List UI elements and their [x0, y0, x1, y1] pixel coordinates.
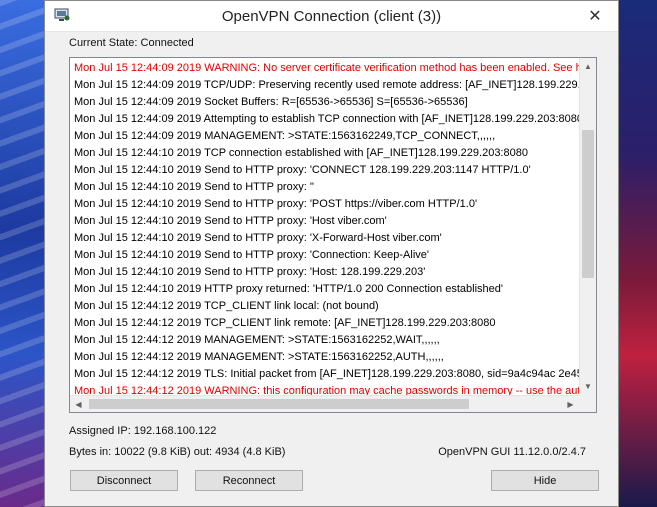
log-line: Mon Jul 15 12:44:10 2019 Send to HTTP pr… — [74, 249, 429, 261]
scroll-up-icon[interactable]: ▲ — [580, 58, 596, 75]
log-line: Mon Jul 15 12:44:10 2019 Send to HTTP pr… — [74, 215, 387, 227]
log-textbox[interactable]: Mon Jul 15 12:44:09 2019 WARNING: No ser… — [69, 57, 597, 413]
log-line: Mon Jul 15 12:44:09 2019 MANAGEMENT: >ST… — [74, 130, 496, 142]
log-line: Mon Jul 15 12:44:09 2019 TCP/UDP: Preser… — [74, 79, 579, 91]
assigned-ip-label: Assigned IP: 192.168.100.122 — [69, 425, 217, 437]
close-icon: ✕ — [588, 7, 602, 25]
desktop-background-right — [617, 0, 657, 507]
log-line: Mon Jul 15 12:44:10 2019 Send to HTTP pr… — [74, 198, 478, 210]
vertical-scrollbar[interactable]: ▲ ▼ — [579, 58, 596, 395]
log-line: Mon Jul 15 12:44:10 2019 Send to HTTP pr… — [74, 266, 426, 278]
openvpn-connection-window: OpenVPN Connection (client (3)) ✕ Curren… — [44, 0, 619, 507]
vertical-scroll-thumb[interactable] — [582, 130, 594, 278]
horizontal-scrollbar[interactable]: ◀ ▶ — [70, 395, 579, 412]
current-state-label: Current State: Connected — [69, 37, 194, 49]
version-label: OpenVPN GUI 11.12.0.0/2.4.7 — [438, 446, 586, 458]
horizontal-scroll-thumb[interactable] — [89, 399, 469, 409]
hide-button[interactable]: Hide — [491, 470, 599, 491]
scroll-right-icon[interactable]: ▶ — [562, 396, 579, 412]
log-line: Mon Jul 15 12:44:09 2019 Socket Buffers:… — [74, 96, 468, 108]
window-title: OpenVPN Connection (client (3)) — [221, 8, 442, 25]
log-line: Mon Jul 15 12:44:10 2019 Send to HTTP pr… — [74, 232, 442, 244]
desktop-background-left — [0, 0, 44, 507]
close-button[interactable]: ✕ — [572, 1, 618, 30]
title-bar[interactable]: OpenVPN Connection (client (3)) ✕ — [45, 1, 618, 32]
log-line: Mon Jul 15 12:44:12 2019 MANAGEMENT: >ST… — [74, 334, 440, 346]
log-line: Mon Jul 15 12:44:10 2019 TCP connection … — [74, 147, 528, 159]
log-line: Mon Jul 15 12:44:12 2019 TCP_CLIENT link… — [74, 300, 379, 312]
log-line: Mon Jul 15 12:44:10 2019 Send to HTTP pr… — [74, 164, 531, 176]
scrollbar-corner — [579, 395, 596, 412]
scroll-down-icon[interactable]: ▼ — [580, 378, 596, 395]
log-line: Mon Jul 15 12:44:10 2019 HTTP proxy retu… — [74, 283, 503, 295]
log-line: Mon Jul 15 12:44:09 2019 WARNING: No ser… — [74, 62, 579, 74]
log-line: Mon Jul 15 12:44:12 2019 TLS: Initial pa… — [74, 368, 579, 380]
bytes-transferred-label: Bytes in: 10022 (9.8 KiB) out: 4934 (4.8… — [69, 446, 286, 458]
disconnect-button[interactable]: Disconnect — [70, 470, 178, 491]
log-line: Mon Jul 15 12:44:12 2019 TCP_CLIENT link… — [74, 317, 496, 329]
reconnect-button[interactable]: Reconnect — [195, 470, 303, 491]
log-line: Mon Jul 15 12:44:12 2019 MANAGEMENT: >ST… — [74, 351, 444, 363]
log-lines: Mon Jul 15 12:44:09 2019 WARNING: No ser… — [74, 60, 579, 400]
scroll-left-icon[interactable]: ◀ — [70, 396, 87, 412]
log-line: Mon Jul 15 12:44:10 2019 Send to HTTP pr… — [74, 181, 315, 193]
log-line: Mon Jul 15 12:44:09 2019 Attempting to e… — [74, 113, 579, 125]
